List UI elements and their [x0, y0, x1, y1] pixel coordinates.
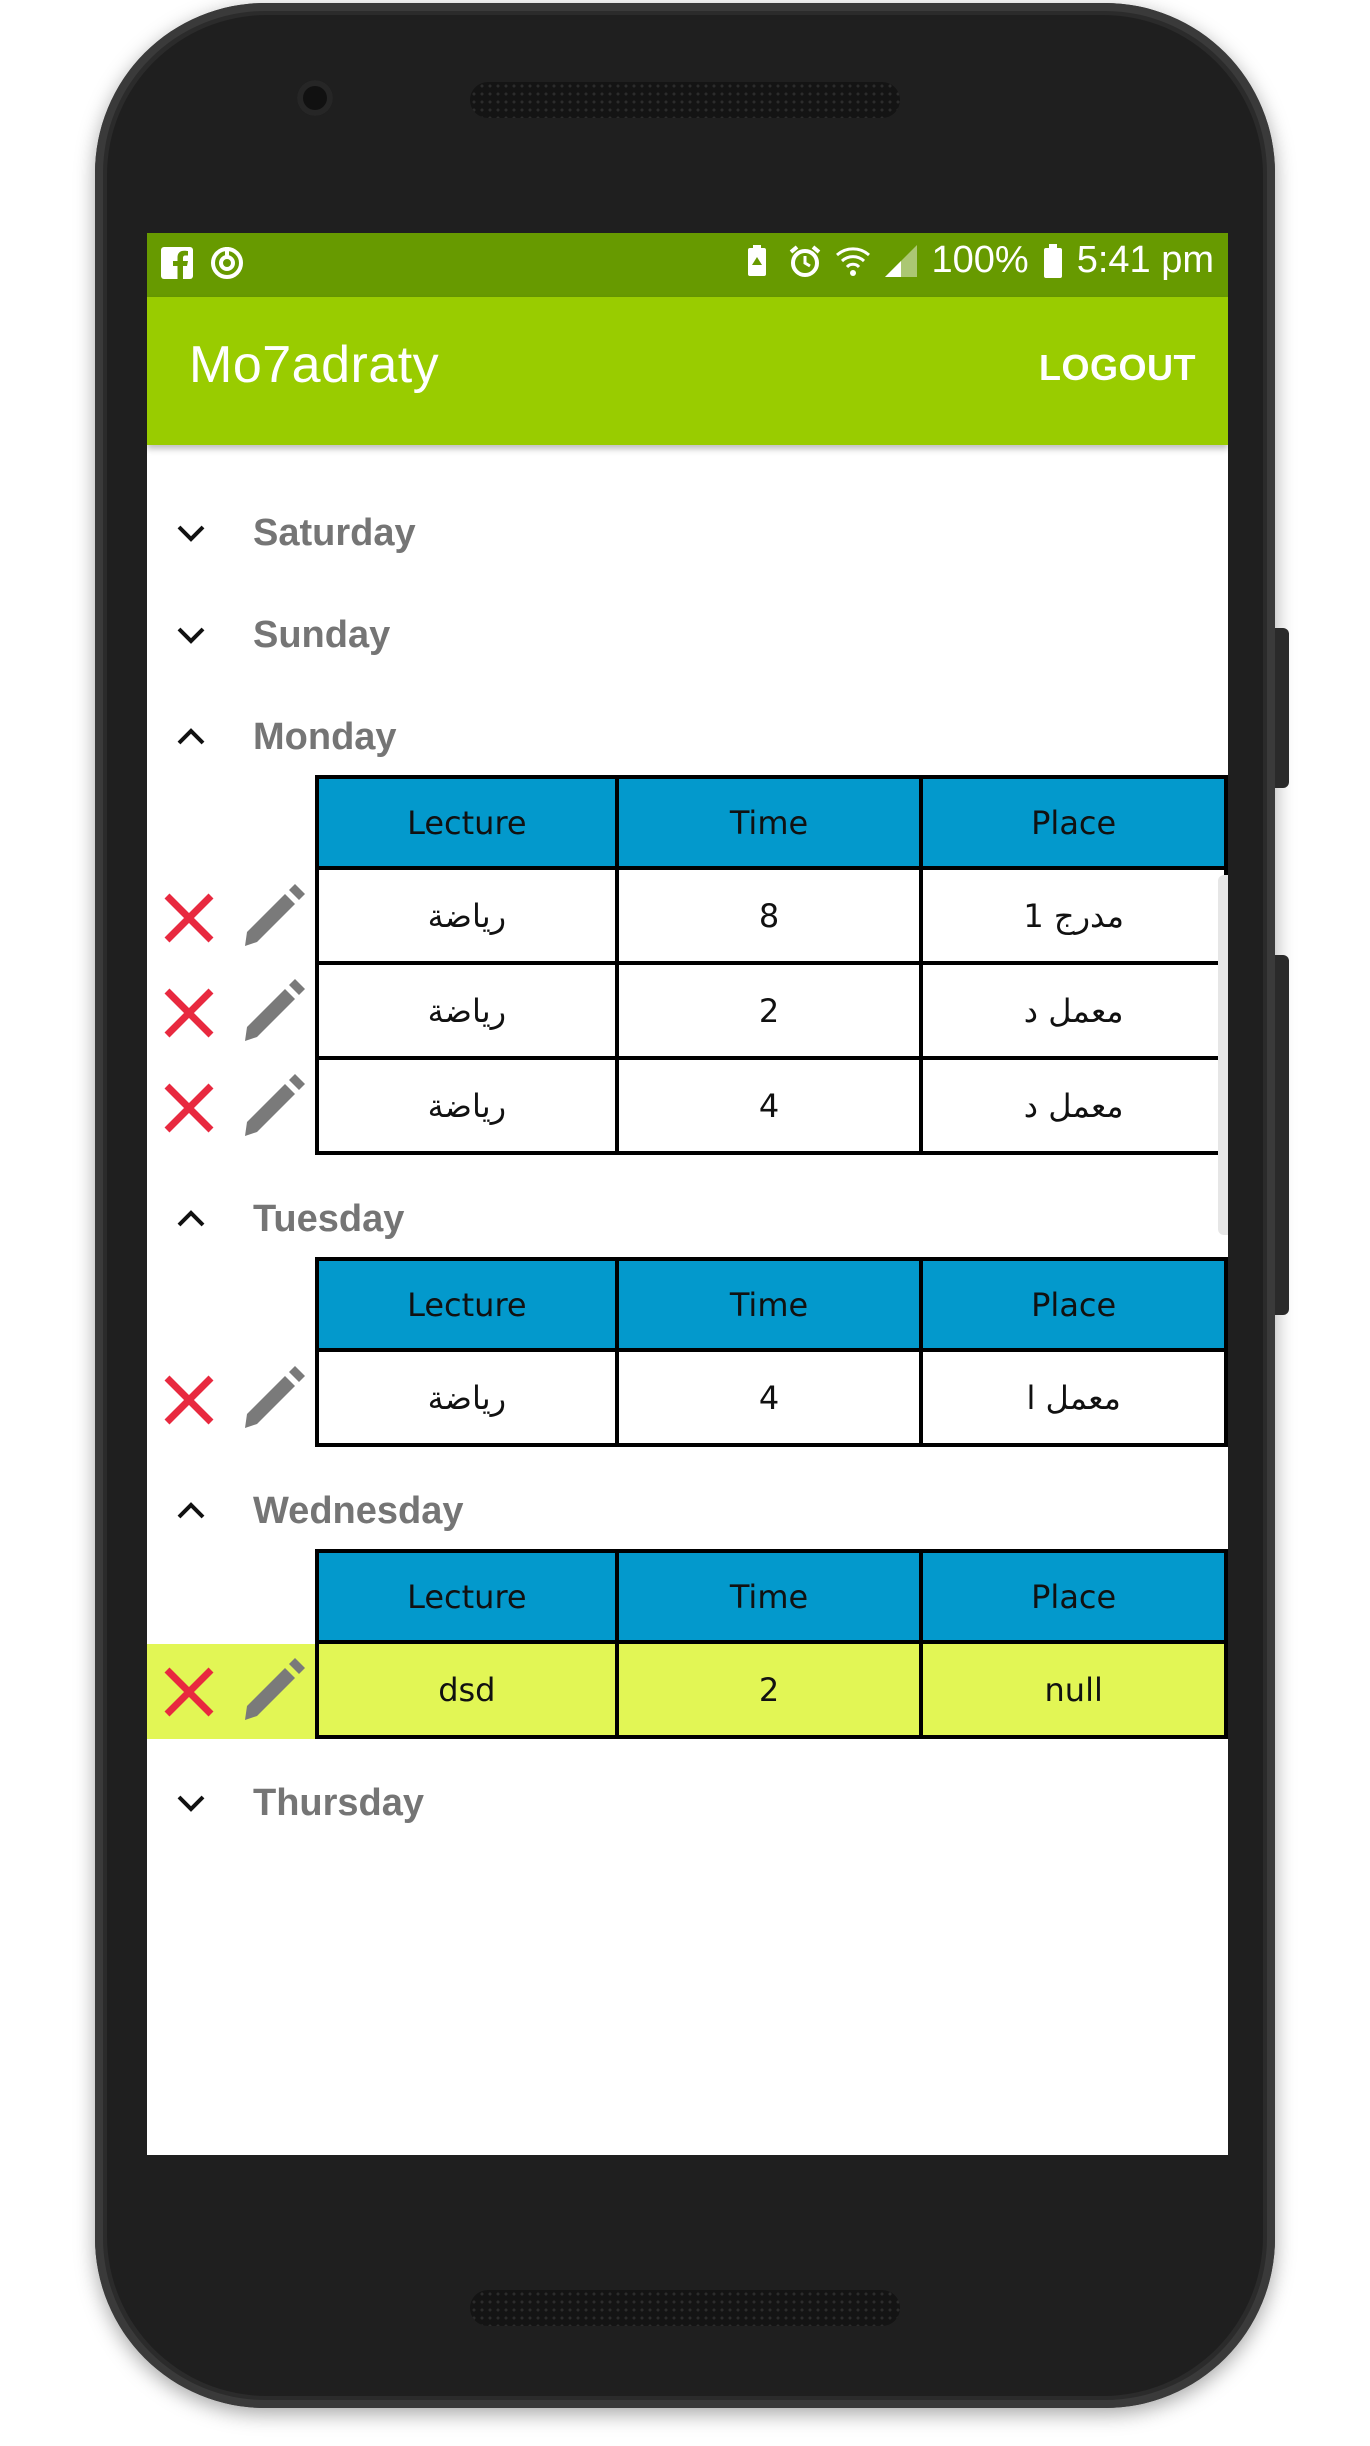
header-lecture: Lecture [315, 1549, 619, 1644]
header-place: Place [923, 1257, 1228, 1352]
table-row: رياضة 2 معمل د [315, 965, 1228, 1060]
edit-pencil-icon[interactable] [237, 880, 307, 950]
cell-lecture: رياضة [315, 965, 619, 1060]
status-time: 5:41 pm [1076, 239, 1214, 281]
status-bar: 100% 5:41 pm [147, 233, 1228, 297]
wifi-icon [836, 246, 871, 276]
cell-time: 2 [618, 1644, 924, 1739]
header-place: Place [923, 1549, 1228, 1644]
edit-pencil-icon[interactable] [237, 975, 307, 1045]
facebook-icon [161, 247, 193, 279]
chevron-down-icon [177, 525, 205, 542]
table-row: رياضة 4 معمل ا [315, 1352, 1228, 1447]
cell-lecture: رياضة [315, 870, 619, 965]
day-header-saturday[interactable]: Saturday [147, 497, 1228, 569]
cell-lecture: dsd [315, 1644, 619, 1739]
chevron-down-icon [177, 1795, 205, 1812]
row-actions [147, 965, 315, 1060]
bottom-speaker [470, 2290, 900, 2326]
row-actions [147, 870, 315, 965]
delete-icon[interactable] [161, 1664, 217, 1720]
battery-saver-icon [748, 244, 767, 276]
header-place: Place [923, 775, 1228, 870]
table-header-row: Lecture Time Place [315, 775, 1228, 870]
header-time: Time [618, 1257, 924, 1352]
chevron-down-icon [177, 627, 205, 644]
delete-icon[interactable] [161, 890, 217, 946]
delete-icon[interactable] [161, 985, 217, 1041]
day-header-thursday[interactable]: Thursday [147, 1767, 1228, 1839]
cell-place: null [923, 1644, 1228, 1739]
edit-pencil-icon[interactable] [237, 1654, 307, 1724]
chevron-up-icon [177, 1210, 205, 1227]
day-header-sunday[interactable]: Sunday [147, 599, 1228, 671]
header-lecture: Lecture [315, 1257, 619, 1352]
alarm-icon [790, 244, 821, 277]
cell-time: 2 [618, 965, 924, 1060]
volume-button [1275, 955, 1289, 1315]
cell-time: 4 [618, 1352, 924, 1447]
cell-place: معمل ا [923, 1352, 1228, 1447]
scrollbar-thumb[interactable] [1218, 875, 1228, 1235]
day-label: Saturday [253, 511, 416, 554]
earpiece-speaker [470, 82, 900, 118]
table-header-row: Lecture Time Place [315, 1549, 1228, 1644]
cell-lecture: رياضة [315, 1060, 619, 1155]
day-label: Thursday [253, 1781, 425, 1824]
header-time: Time [618, 775, 924, 870]
schedule-list: Saturday Sunday Monday Lecture Time Plac… [147, 445, 1228, 2155]
battery-percent: 100% [931, 239, 1029, 281]
logout-button[interactable]: LOGOUT [1039, 347, 1196, 389]
cell-place: معمل د [923, 965, 1228, 1060]
signal-icon [885, 244, 918, 277]
cell-time: 8 [618, 870, 924, 965]
cell-lecture: رياضة [315, 1352, 619, 1447]
row-actions [147, 1352, 315, 1447]
day-header-tuesday[interactable]: Tuesday [147, 1183, 1228, 1255]
chevron-up-icon [177, 728, 205, 745]
sync-icon [211, 247, 243, 279]
table-header-row: Lecture Time Place [315, 1257, 1228, 1352]
day-header-monday[interactable]: Monday [147, 701, 1228, 773]
day-label: Wednesday [253, 1489, 464, 1532]
row-actions [147, 1060, 315, 1155]
delete-icon[interactable] [161, 1372, 217, 1428]
header-time: Time [618, 1549, 924, 1644]
row-actions [147, 1644, 315, 1739]
cell-time: 4 [618, 1060, 924, 1155]
day-label: Sunday [253, 613, 391, 656]
edit-pencil-icon[interactable] [237, 1070, 307, 1140]
table-row-selected: dsd 2 null [315, 1644, 1228, 1739]
chevron-up-icon [177, 1502, 205, 1519]
front-camera [297, 80, 333, 116]
day-label: Monday [253, 715, 397, 758]
cell-place: معمل د [923, 1060, 1228, 1155]
header-lecture: Lecture [315, 775, 619, 870]
power-button [1275, 628, 1289, 788]
edit-pencil-icon[interactable] [237, 1362, 307, 1432]
app-bar: Mo7adraty LOGOUT [147, 297, 1228, 445]
day-header-wednesday[interactable]: Wednesday [147, 1475, 1228, 1547]
day-label: Tuesday [253, 1197, 405, 1240]
cell-place: مدرج 1 [923, 870, 1228, 965]
table-row: رياضة 8 مدرج 1 [315, 870, 1228, 965]
battery-icon [1043, 243, 1062, 278]
app-title: Mo7adraty [189, 336, 440, 394]
app-screen: 100% 5:41 pm Mo7adraty LOGOUT Saturday S… [147, 233, 1228, 2155]
table-row: رياضة 4 معمل د [315, 1060, 1228, 1155]
delete-icon[interactable] [161, 1080, 217, 1136]
